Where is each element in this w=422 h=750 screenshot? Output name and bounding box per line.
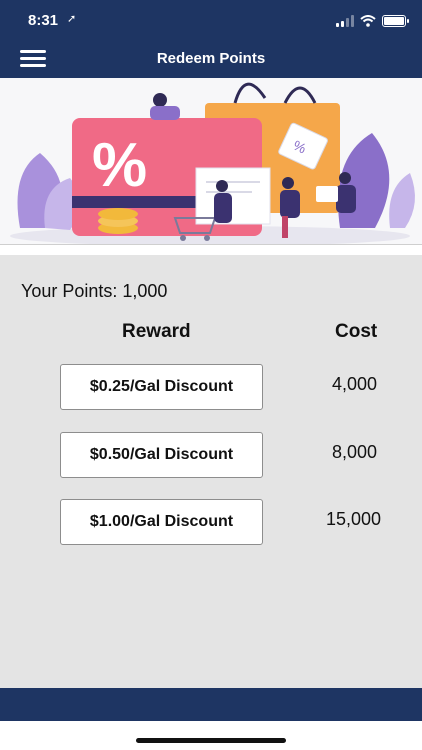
reward-column-header: Reward [122, 321, 191, 342]
cost-value: 15,000 [326, 509, 382, 529]
battery-icon [382, 15, 409, 27]
reward-button-100[interactable]: $1.00/Gal Discount [60, 499, 263, 545]
bottom-bar [0, 688, 422, 721]
status-time: 8:31 [28, 12, 59, 29]
location-icon: ➚ [67, 13, 77, 25]
reward-button-025[interactable]: $0.25/Gal Discount [60, 364, 263, 410]
status-icons [336, 13, 409, 27]
promo-banner-illustration: % % [0, 78, 422, 245]
app-header: 8:31 ➚ Redeem Points [0, 0, 422, 78]
cost-value: 8,000 [332, 442, 378, 462]
discount-shopping-illustration: % % [10, 82, 415, 244]
wifi-icon [360, 15, 376, 27]
points-balance: Your Points: 1,000 [21, 281, 168, 301]
cost-value: 4,000 [332, 374, 378, 394]
cellular-signal-icon [336, 15, 354, 27]
redeem-content: Your Points: 1,000 Reward Cost $0.25/Gal… [0, 255, 422, 688]
page-title: Redeem Points [156, 50, 266, 67]
cost-column-header: Cost [335, 321, 378, 342]
reward-button-050[interactable]: $0.50/Gal Discount [60, 432, 263, 478]
percent-sign: % [92, 131, 147, 200]
home-indicator[interactable] [136, 738, 286, 743]
